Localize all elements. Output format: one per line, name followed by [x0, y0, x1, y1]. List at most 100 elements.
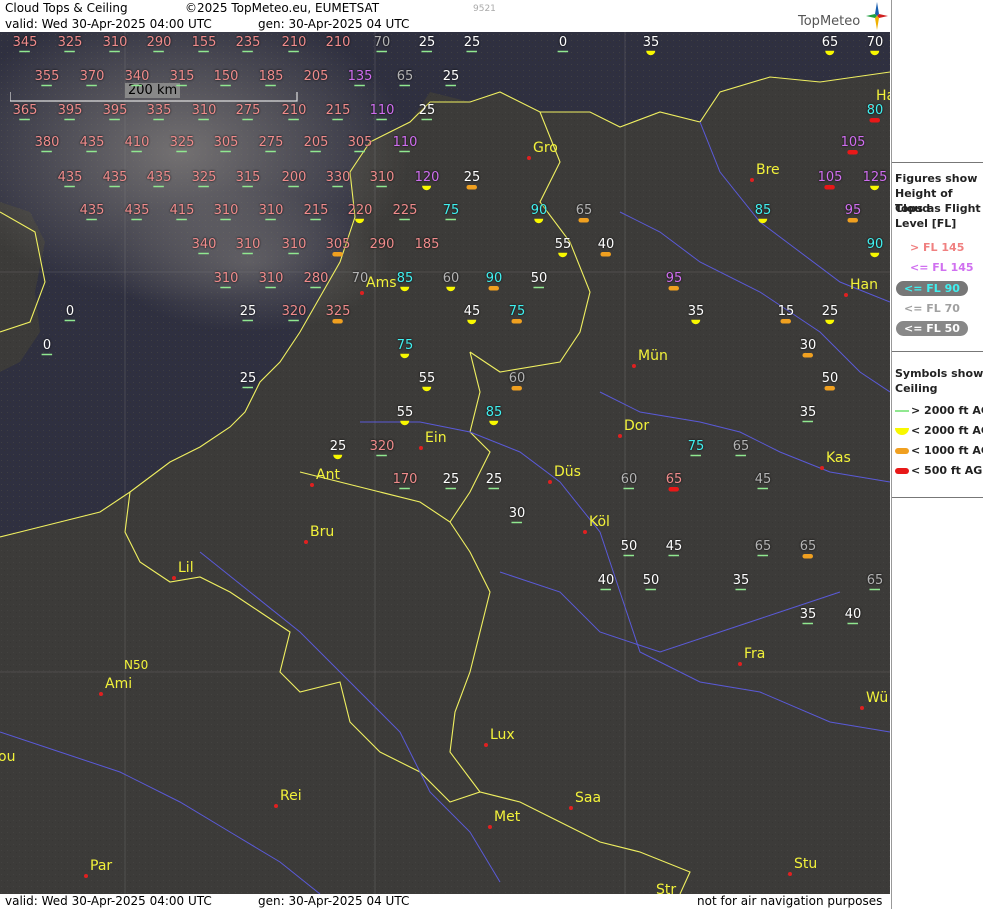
cloud-top-marker[interactable]: 60	[443, 272, 459, 292]
city-label-bre[interactable]: Bre	[756, 162, 780, 178]
cloud-top-marker[interactable]: 105	[818, 171, 842, 190]
city-label-saa[interactable]: Saa	[575, 790, 601, 806]
cloud-top-marker[interactable]: 320	[370, 440, 394, 457]
cloud-top-marker[interactable]: 70	[867, 36, 883, 56]
cloud-top-marker[interactable]: 85	[486, 406, 502, 426]
cloud-top-marker[interactable]: 90	[867, 238, 883, 258]
cloud-top-marker[interactable]: 305	[348, 136, 372, 153]
city-label-ein[interactable]: Ein	[425, 430, 447, 446]
cloud-top-marker[interactable]: 235	[236, 36, 260, 53]
cloud-top-marker[interactable]: 310	[192, 104, 216, 121]
cloud-top-marker[interactable]: 435	[125, 204, 149, 221]
cloud-top-marker[interactable]: 315	[170, 70, 194, 87]
cloud-top-marker[interactable]: 75	[443, 204, 459, 221]
cloud-top-marker[interactable]: 395	[103, 104, 127, 121]
cloud-top-marker[interactable]: 80	[867, 104, 883, 123]
cloud-top-marker[interactable]: 325	[170, 136, 194, 153]
cloud-top-marker[interactable]: 275	[259, 136, 283, 153]
cloud-top-marker[interactable]: 25	[443, 473, 459, 490]
city-label-fra[interactable]: Fra	[744, 646, 765, 662]
cloud-top-marker[interactable]: 155	[192, 36, 216, 53]
city-label-dor[interactable]: Dor	[624, 418, 649, 434]
cloud-top-marker[interactable]: 340	[192, 238, 216, 255]
cloud-top-marker[interactable]: 410	[125, 136, 149, 153]
cloud-top-marker[interactable]: 125	[863, 171, 887, 191]
city-label-ami[interactable]: Ami	[105, 676, 132, 692]
city-label-met[interactable]: Met	[494, 809, 520, 825]
city-label-wü[interactable]: Wü	[866, 690, 888, 706]
cloud-top-marker[interactable]: 70	[374, 36, 390, 53]
cloud-top-marker[interactable]: 205	[304, 70, 329, 84]
cloud-top-marker[interactable]: 335	[147, 104, 171, 121]
cloud-top-marker[interactable]: 25	[822, 305, 838, 325]
cloud-top-marker[interactable]: 65	[397, 70, 413, 87]
cloud-top-marker[interactable]: 45	[464, 305, 480, 325]
cloud-top-marker[interactable]: 435	[58, 171, 82, 188]
cloud-top-marker[interactable]: 50	[822, 372, 838, 391]
city-label-düs[interactable]: Düs	[554, 464, 581, 480]
cloud-top-marker[interactable]: 310	[214, 272, 238, 289]
city-label-han[interactable]: Han	[850, 277, 878, 293]
cloud-top-marker[interactable]: 310	[259, 272, 283, 289]
cloud-top-marker[interactable]: 75	[509, 305, 525, 324]
cloud-top-marker[interactable]: 0	[41, 339, 53, 356]
cloud-top-marker[interactable]: 75	[688, 440, 704, 457]
cloud-top-marker[interactable]: 290	[370, 238, 395, 252]
cloud-top-marker[interactable]: 345	[13, 36, 37, 53]
cloud-top-marker[interactable]: 310	[214, 204, 238, 221]
cloud-top-marker[interactable]: 325	[192, 171, 216, 188]
cloud-top-marker[interactable]: 170	[393, 473, 417, 490]
cloud-top-marker[interactable]: 25	[240, 372, 256, 389]
cloud-top-marker[interactable]: 25	[240, 305, 256, 322]
cloud-top-marker[interactable]: 310	[259, 204, 283, 221]
cloud-top-marker[interactable]: 415	[170, 204, 194, 221]
city-label-bru[interactable]: Bru	[310, 524, 334, 540]
cloud-top-marker[interactable]: 35	[800, 406, 816, 423]
cloud-top-marker[interactable]: 120	[415, 171, 439, 191]
cloud-top-marker[interactable]: 55	[555, 238, 571, 258]
cloud-top-marker[interactable]: 40	[845, 608, 861, 625]
cloud-top-marker[interactable]: 150	[214, 70, 238, 87]
cloud-top-marker[interactable]: 185	[259, 70, 283, 87]
cloud-top-marker[interactable]: 275	[236, 104, 260, 121]
cloud-top-marker[interactable]: 110	[370, 104, 394, 121]
cloud-top-marker[interactable]: 50	[643, 574, 659, 591]
cloud-top-marker[interactable]: 290	[147, 36, 171, 53]
cloud-top-marker[interactable]: 325	[58, 36, 82, 53]
city-label-gro[interactable]: Gro	[533, 140, 558, 156]
cloud-top-marker[interactable]: 35	[688, 305, 704, 325]
cloud-top-marker[interactable]: 435	[103, 171, 127, 188]
cloud-top-marker[interactable]: 365	[13, 104, 37, 121]
cloud-top-marker[interactable]: 210	[282, 104, 306, 121]
cloud-top-marker[interactable]: 90	[531, 204, 547, 224]
cloud-top-marker[interactable]: 65	[755, 540, 771, 557]
cloud-top-marker[interactable]: 40	[598, 238, 614, 257]
cloud-top-marker[interactable]: 25	[443, 70, 459, 87]
cloud-top-marker[interactable]: 340	[125, 70, 149, 87]
city-label-ou[interactable]: ou	[0, 749, 15, 765]
cloud-top-marker[interactable]: 25	[419, 36, 435, 53]
cloud-top-marker[interactable]: 55	[419, 372, 435, 392]
cloud-top-marker[interactable]: 15	[778, 305, 794, 324]
cloud-top-marker[interactable]: 25	[486, 473, 502, 490]
cloud-top-marker[interactable]: 0	[64, 305, 76, 322]
cloud-top-marker[interactable]: 185	[415, 238, 440, 252]
city-label-köl[interactable]: Köl	[589, 514, 610, 530]
cloud-top-marker[interactable]: 75	[397, 339, 413, 359]
city-label-lil[interactable]: Lil	[178, 560, 194, 576]
cloud-top-marker[interactable]: 65	[576, 204, 592, 223]
cloud-top-marker[interactable]: 330	[326, 171, 350, 188]
city-label-ams[interactable]: Ams	[366, 275, 397, 291]
cloud-top-marker[interactable]: 85	[755, 204, 771, 224]
cloud-top-marker[interactable]: 30	[509, 507, 525, 524]
cloud-top-marker[interactable]: 210	[282, 36, 306, 53]
cloud-top-marker[interactable]: 305	[214, 136, 238, 153]
cloud-top-marker[interactable]: 310	[282, 238, 306, 255]
cloud-top-marker[interactable]: 45	[666, 540, 682, 557]
cloud-top-marker[interactable]: 305	[326, 238, 350, 257]
cloud-top-marker[interactable]: 355	[35, 70, 59, 87]
cloud-top-marker[interactable]: 65	[733, 440, 749, 457]
city-label-stu[interactable]: Stu	[794, 856, 817, 872]
city-label-par[interactable]: Par	[90, 858, 112, 874]
cloud-top-marker[interactable]: 95	[845, 204, 861, 223]
